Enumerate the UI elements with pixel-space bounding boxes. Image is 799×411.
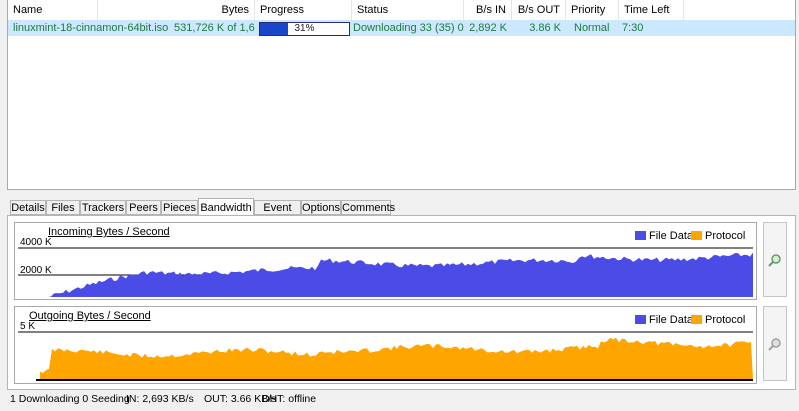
torrent-time-left: 7:30 [622, 22, 644, 34]
tab-event-log[interactable]: Event Log [254, 200, 301, 229]
status-counts: 1 Downloading 0 Seeding [10, 393, 130, 405]
column-bs-out[interactable]: B/s OUT [512, 0, 566, 20]
status-dht: DHT: offline [262, 393, 317, 405]
magnifier-icon [768, 338, 781, 351]
tab-comments[interactable]: Comments [341, 200, 395, 215]
file-data-swatch [635, 315, 646, 324]
outgoing-area-chart [18, 331, 753, 381]
torrent-name: linuxmint-18-cinnamon-64bit.iso [13, 22, 169, 34]
incoming-title: Incoming Bytes / Second [48, 226, 170, 238]
transfer-list[interactable]: Name Bytes Progress Status B/s IN B/s OU… [7, 0, 796, 190]
outgoing-plot [18, 325, 753, 381]
column-time-left[interactable]: Time Left [619, 0, 684, 20]
torrent-bytes: 531,726 K of 1,697,90 [174, 22, 255, 34]
incoming-zoom-button[interactable] [763, 222, 787, 297]
tab-trackers[interactable]: Trackers [80, 200, 126, 215]
incoming-graph: Incoming Bytes / Second File Data Protoc… [14, 222, 757, 300]
outgoing-protocol-area [40, 337, 753, 379]
torrent-bs-out: 3.86 K [529, 22, 561, 34]
incoming-area-chart [18, 247, 753, 297]
status-in: IN: 2,693 KB/s [126, 393, 194, 405]
column-status[interactable]: Status [352, 0, 464, 20]
status-bar: 1 Downloading 0 Seeding IN: 2,693 KB/s O… [0, 390, 799, 411]
progress-text: 31% [294, 23, 315, 34]
column-bytes[interactable]: Bytes [169, 0, 255, 20]
progress-bar: 31% [259, 22, 350, 36]
incoming-file-data-area [48, 252, 753, 297]
column-progress[interactable]: Progress [255, 0, 352, 20]
torrent-bs-in: 2,892 K [469, 22, 507, 34]
incoming-plot [18, 241, 753, 297]
list-header: Name Bytes Progress Status B/s IN B/s OU… [8, 0, 795, 21]
magnifier-icon [768, 254, 781, 267]
tab-pieces[interactable]: Pieces [161, 200, 198, 215]
torrent-priority: Normal [574, 22, 610, 34]
tab-details[interactable]: Details [10, 200, 46, 215]
protocol-swatch [691, 231, 702, 240]
column-name[interactable]: Name [8, 0, 98, 20]
baseline [36, 379, 753, 381]
tab-files[interactable]: Files [46, 200, 80, 215]
bandwidth-panel: Incoming Bytes / Second File Data Protoc… [7, 215, 796, 390]
tab-bandwidth[interactable]: Bandwidth [198, 198, 254, 216]
file-data-swatch [635, 231, 646, 240]
tab-peers[interactable]: Peers [126, 200, 161, 215]
outgoing-zoom-button[interactable] [763, 306, 787, 381]
protocol-swatch [691, 315, 702, 324]
tab-options[interactable]: Options [301, 200, 341, 215]
outgoing-graph: Outgoing Bytes / Second File Data Protoc… [14, 306, 757, 384]
column-priority[interactable]: Priority [566, 0, 619, 20]
outgoing-title: Outgoing Bytes / Second [29, 310, 151, 322]
table-row[interactable]: linuxmint-18-cinnamon-64bit.iso 531,726 … [8, 20, 795, 36]
torrent-status: Downloading 33 (35) 0 (0) [353, 22, 466, 34]
column-bs-in[interactable]: B/s IN [464, 0, 512, 20]
